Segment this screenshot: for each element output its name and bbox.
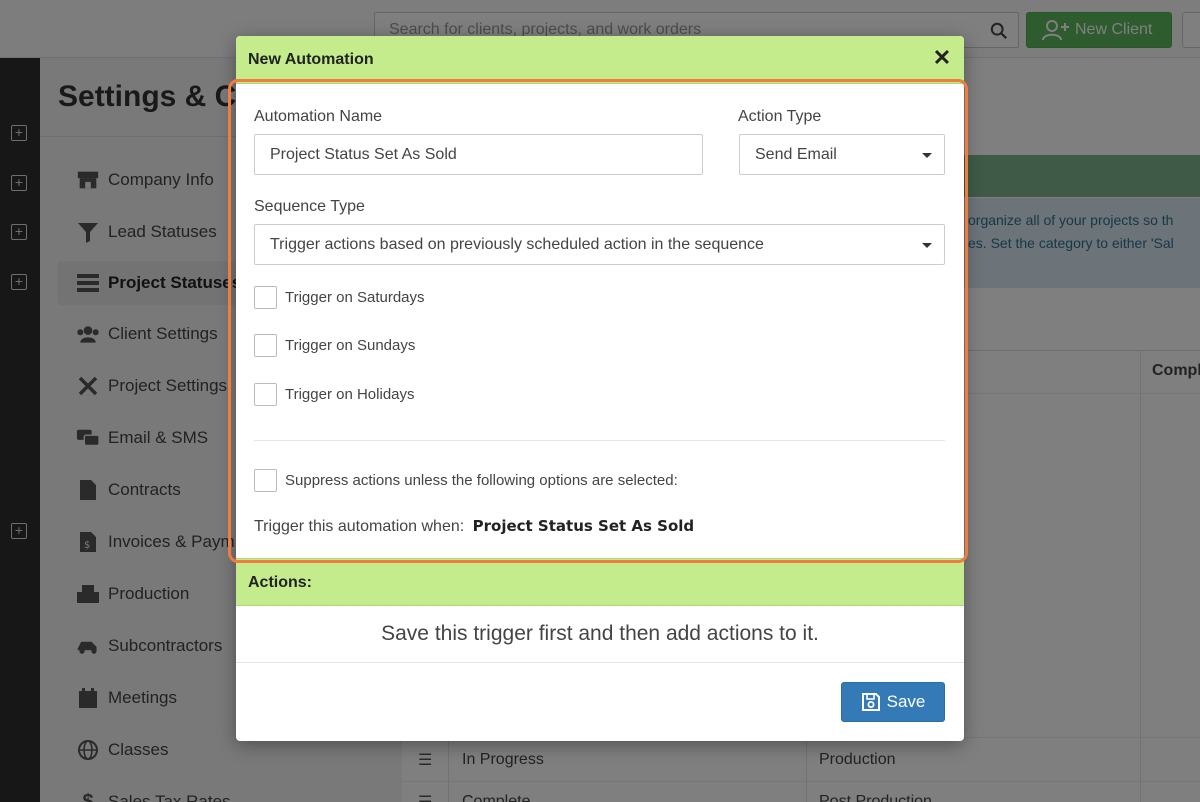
- checkbox-label: Trigger on Holidays: [285, 386, 415, 403]
- close-icon[interactable]: ✕: [932, 46, 952, 70]
- new-automation-modal: New Automation ✕ Automation Name Project…: [236, 36, 964, 741]
- sequence-type-value: Trigger actions based on previously sche…: [270, 235, 764, 253]
- checkbox-label: Trigger on Saturdays: [285, 289, 425, 306]
- sequence-type-select[interactable]: Trigger actions based on previously sche…: [254, 224, 945, 265]
- floppy-disk-icon: [861, 693, 880, 711]
- divider: [254, 440, 945, 441]
- automation-name-label: Automation Name: [254, 108, 383, 125]
- automation-name-input[interactable]: Project Status Set As Sold: [254, 134, 703, 175]
- action-type-label: Action Type: [738, 108, 822, 125]
- checkbox-label: Trigger on Sundays: [285, 337, 416, 354]
- trigger-holidays-option[interactable]: Trigger on Holidays: [254, 383, 415, 406]
- suppress-actions-option[interactable]: Suppress actions unless the following op…: [254, 469, 678, 492]
- caret-down-icon: [922, 243, 932, 248]
- sequence-type-label: Sequence Type: [254, 198, 365, 215]
- trigger-saturdays-option[interactable]: Trigger on Saturdays: [254, 286, 425, 309]
- trigger-summary-value: Project Status Set As Sold: [472, 517, 695, 535]
- actions-message: Save this trigger first and then add act…: [381, 622, 819, 645]
- trigger-summary-prefix: Trigger this automation when:: [254, 518, 465, 535]
- trigger-sundays-option[interactable]: Trigger on Sundays: [254, 334, 415, 357]
- modal-footer-divider: [236, 662, 964, 663]
- modal-title: New Automation: [248, 51, 374, 68]
- save-label: Save: [886, 692, 926, 711]
- actions-header: Actions:: [236, 558, 964, 606]
- action-type-select[interactable]: Send Email: [739, 134, 945, 175]
- save-button[interactable]: Save: [841, 682, 945, 722]
- trigger-holidays-checkbox[interactable]: [254, 383, 277, 406]
- trigger-sundays-checkbox[interactable]: [254, 334, 277, 357]
- checkbox-label: Suppress actions unless the following op…: [285, 472, 678, 489]
- actions-title: Actions:: [248, 574, 312, 591]
- modal-header: New Automation ✕: [236, 36, 964, 84]
- caret-down-icon: [922, 153, 932, 158]
- trigger-saturdays-checkbox[interactable]: [254, 286, 277, 309]
- trigger-summary: Trigger this automation when: Project St…: [254, 517, 694, 536]
- suppress-actions-checkbox[interactable]: [254, 469, 277, 492]
- action-type-value: Send Email: [755, 145, 837, 163]
